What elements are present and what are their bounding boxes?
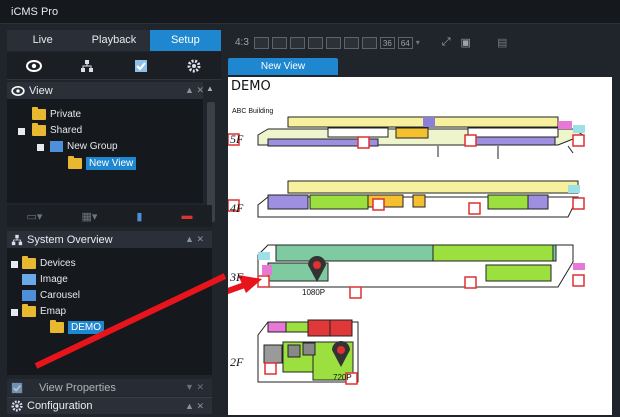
layout-5x5-button[interactable] [325, 36, 341, 49]
network-icon [11, 234, 23, 245]
floor-3f-plan [257, 244, 585, 288]
view-tab[interactable]: New View [228, 58, 338, 75]
collapse-toggle[interactable] [37, 144, 44, 151]
configuration-header[interactable]: Configuration ▲ ✕ [7, 397, 212, 414]
scroll-thumb[interactable] [207, 102, 215, 222]
collapse-icon[interactable]: ▲ ✕ [185, 85, 204, 96]
monitor-icon[interactable]: ▣ [461, 36, 471, 49]
setup-icon-row [7, 52, 221, 80]
system-overview-title: System Overview [27, 233, 113, 246]
tree-item-private[interactable]: Private [32, 107, 81, 120]
tab-setup[interactable]: Setup [149, 30, 221, 51]
tree-item-new-view[interactable]: New View [68, 156, 137, 170]
floor-5f-plan [257, 116, 585, 159]
eye-icon [11, 85, 25, 96]
tree-item-devices[interactable]: Devices [22, 256, 76, 269]
layout-4x4-button[interactable] [307, 36, 323, 49]
layout-toolbar: 4:3 36 64 ▾ ⤢ ▣ ▤ [235, 30, 610, 55]
folder-icon [32, 123, 46, 136]
view-panel-header[interactable]: View ▲ ✕ [7, 82, 212, 99]
view-panel-title: View [29, 84, 53, 97]
collapse-toggle[interactable] [18, 128, 25, 135]
checkbox-icon[interactable] [132, 57, 150, 75]
camera-label-720p[interactable]: 720P [333, 373, 352, 382]
camera-label-1080p[interactable]: 1080P [302, 288, 325, 297]
lock-icon[interactable]: ▤ [497, 36, 507, 49]
aspect-ratio-button[interactable]: 4:3 [235, 37, 249, 48]
layout-7x7-button[interactable] [361, 36, 377, 49]
sequence-icon[interactable]: ▮ [136, 210, 142, 223]
layout-1x1-button[interactable] [253, 36, 269, 49]
floor-label-5f: 5F [230, 132, 244, 146]
floor-plan-map [228, 116, 585, 385]
collapse-icon[interactable]: ▲ ✕ [185, 401, 204, 412]
network-icon[interactable] [78, 57, 96, 75]
layout-3x3-button[interactable] [289, 36, 305, 49]
system-overview-header[interactable]: System Overview ▲ ✕ [7, 231, 212, 248]
folder-icon [22, 256, 36, 269]
tab-playback[interactable]: Playback [78, 30, 149, 51]
expand-icon[interactable]: ▼ ✕ [185, 382, 204, 393]
layout-64-button[interactable]: 64 [397, 36, 413, 49]
mode-tabs: Live Playback Setup [7, 30, 221, 51]
folder-icon [68, 156, 82, 169]
tab-live[interactable]: Live [7, 30, 78, 51]
view-properties-title: View Properties [39, 381, 116, 394]
floor-label-2f: 2F [230, 355, 244, 369]
tree-item-new-group[interactable]: New Group [50, 141, 118, 152]
folder-icon [32, 107, 46, 120]
gear-icon [11, 400, 23, 412]
annotation-arrow [34, 273, 227, 369]
floor-label-3f: 3F [230, 270, 244, 284]
layout-icon[interactable]: ▦▾ [81, 210, 97, 223]
gear-icon[interactable] [185, 57, 203, 75]
eye-icon[interactable] [25, 57, 43, 75]
configuration-title: Configuration [27, 400, 93, 412]
floor-4f-plan [257, 180, 580, 218]
view-toolbar: ▭▾ ▦▾ ▮ ▬ [7, 205, 212, 227]
checkbox-icon [11, 382, 23, 393]
delete-icon[interactable]: ▬ [181, 210, 192, 222]
layout-6x6-button[interactable] [343, 36, 359, 49]
emap-canvas[interactable]: DEMO ABC Building 5F 4F 3F 2F 1080P 720P [228, 77, 612, 415]
app-window: iCMS Pro Live Playback Setup View ▲ ✕ Pr… [0, 0, 620, 417]
view-properties-header[interactable]: View Properties ▼ ✕ [7, 379, 212, 396]
dropdown-icon[interactable]: ▾ [416, 38, 420, 47]
collapse-icon[interactable]: ▲ ✕ [185, 234, 204, 245]
view-tree: Private Shared New Group New View [7, 99, 212, 203]
app-title: iCMS Pro [11, 6, 59, 18]
tree-item-shared[interactable]: Shared [32, 123, 82, 136]
group-icon [50, 141, 63, 152]
floor-label-4f: 4F [230, 201, 244, 215]
collapse-toggle[interactable] [11, 309, 18, 316]
layout-2x2-button[interactable] [271, 36, 287, 49]
add-view-icon[interactable]: ▭▾ [27, 210, 43, 223]
expand-toggle[interactable] [11, 261, 18, 268]
scroll-up-icon[interactable]: ▲ [206, 84, 214, 93]
layout-36-button[interactable]: 36 [379, 36, 395, 49]
fullscreen-icon[interactable]: ⤢ [442, 36, 451, 49]
title-bar: iCMS Pro [0, 0, 620, 24]
red-arrow [228, 279, 255, 295]
